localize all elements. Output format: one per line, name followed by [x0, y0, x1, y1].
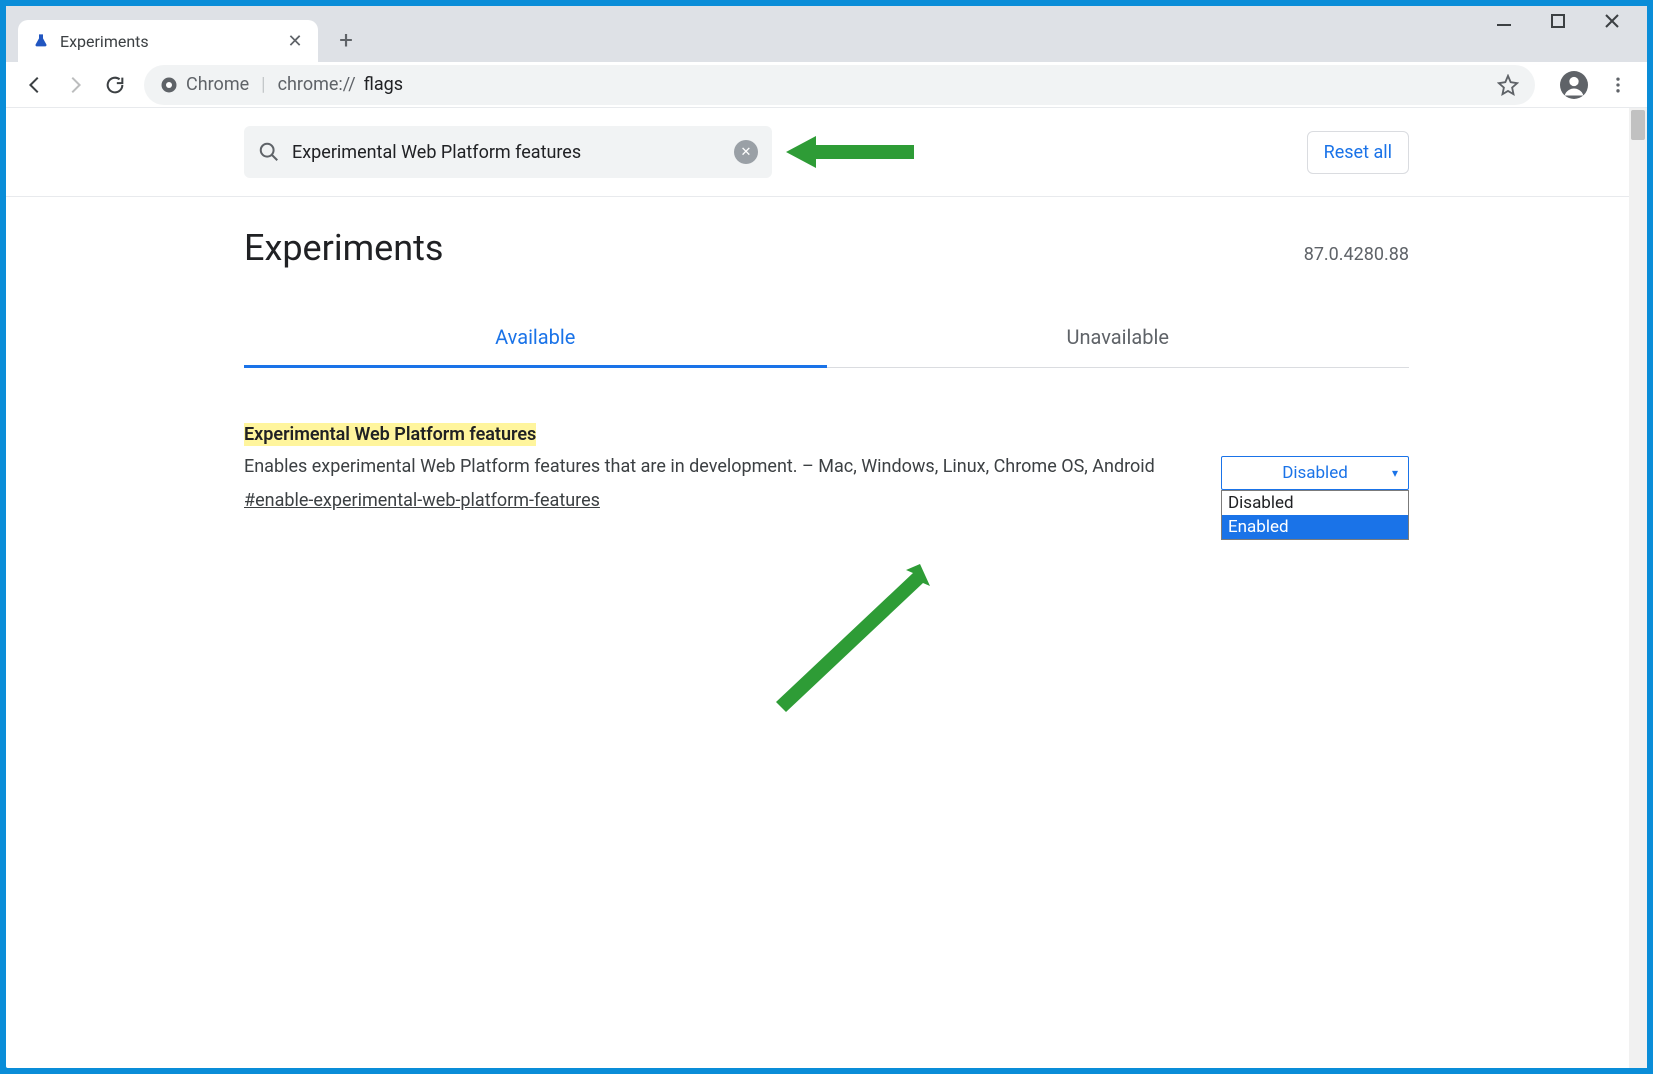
origin-label: Chrome — [186, 74, 249, 95]
profile-button[interactable] — [1557, 68, 1591, 102]
minimize-icon[interactable] — [1495, 12, 1513, 30]
search-icon — [258, 141, 280, 163]
annotation-arrow-icon — [772, 564, 932, 714]
page-heading: Experiments — [244, 227, 443, 269]
flag-title: Experimental Web Platform features — [244, 423, 536, 446]
close-tab-icon[interactable]: ✕ — [286, 32, 304, 50]
flag-select-value: Disabled — [1282, 463, 1348, 483]
chevron-down-icon: ▾ — [1392, 466, 1398, 480]
search-input[interactable] — [292, 142, 722, 163]
address-bar[interactable]: Chrome | chrome://flags — [144, 65, 1535, 105]
search-box[interactable]: ✕ — [244, 126, 772, 178]
flag-option-disabled[interactable]: Disabled — [1222, 491, 1408, 515]
scrollbar[interactable] — [1629, 108, 1647, 1068]
browser-tab[interactable]: Experiments ✕ — [18, 20, 318, 62]
annotation-arrow-icon — [786, 134, 916, 170]
tab-title: Experiments — [60, 32, 276, 51]
browser-toolbar: Chrome | chrome://flags — [6, 62, 1647, 108]
url-path: flags — [364, 74, 403, 95]
reset-all-button[interactable]: Reset all — [1307, 131, 1409, 174]
back-button[interactable] — [18, 68, 52, 102]
clear-search-icon[interactable]: ✕ — [734, 140, 758, 164]
forward-button[interactable] — [58, 68, 92, 102]
flag-row: Experimental Web Platform features Enabl… — [244, 424, 1409, 540]
flag-select-dropdown: Disabled Enabled — [1221, 490, 1409, 540]
flag-hash-link[interactable]: #enable-experimental-web-platform-featur… — [244, 490, 600, 511]
flask-icon — [32, 32, 50, 50]
origin-chip: Chrome | chrome://flags — [160, 74, 403, 95]
tabs: Available Unavailable — [244, 313, 1409, 368]
bookmark-star-icon[interactable] — [1497, 74, 1519, 96]
tab-unavailable[interactable]: Unavailable — [827, 313, 1410, 367]
page-content: ✕ Reset all Experiments 87.0.4280.88 Ava… — [6, 108, 1647, 1068]
tab-available[interactable]: Available — [244, 313, 827, 367]
scrollbar-thumb[interactable] — [1631, 110, 1645, 140]
maximize-icon[interactable] — [1549, 12, 1567, 30]
close-window-icon[interactable] — [1603, 12, 1621, 30]
url-scheme: chrome:// — [278, 74, 356, 95]
flag-description: Enables experimental Web Platform featur… — [244, 453, 1181, 480]
flag-select[interactable]: Disabled ▾ — [1221, 456, 1409, 490]
window-controls — [1469, 6, 1647, 36]
chrome-icon — [160, 76, 178, 94]
new-tab-button[interactable]: + — [328, 22, 364, 58]
kebab-menu-icon[interactable] — [1601, 68, 1635, 102]
flag-option-enabled[interactable]: Enabled — [1222, 515, 1408, 539]
version-label: 87.0.4280.88 — [1304, 244, 1409, 265]
reload-button[interactable] — [98, 68, 132, 102]
tab-bar: Experiments ✕ + — [6, 6, 1647, 62]
